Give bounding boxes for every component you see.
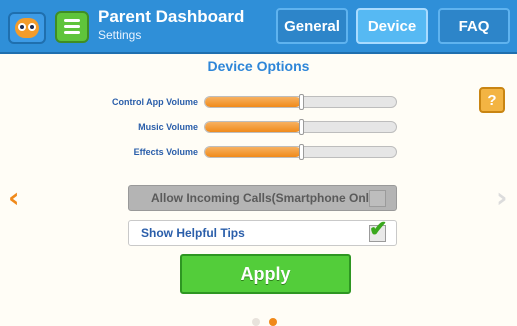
allow-incoming-calls-option: Allow Incoming Calls(Smartphone Only) — [128, 185, 397, 211]
page-indicator-dot[interactable] — [252, 318, 260, 326]
tab-general[interactable]: General — [276, 8, 348, 44]
top-bar: Parent Dashboard Settings General Device… — [0, 0, 517, 54]
slider-label: Effects Volume — [133, 147, 198, 157]
apply-button[interactable]: Apply — [180, 254, 351, 294]
slider-label: Control App Volume — [112, 97, 198, 107]
slider-fill — [205, 122, 301, 132]
slider-fill — [205, 97, 301, 107]
page-title: Parent Dashboard — [98, 7, 245, 26]
slider-thumb[interactable] — [298, 94, 304, 110]
hamburger-menu-button[interactable] — [55, 11, 89, 43]
checkmark-icon: ✔ — [369, 216, 388, 241]
slider-thumb[interactable] — [298, 119, 304, 135]
tab-faq[interactable]: FAQ — [438, 8, 510, 44]
app-frame: Parent Dashboard Settings General Device… — [0, 0, 517, 326]
next-page-arrow-icon[interactable]: › — [496, 181, 508, 214]
show-helpful-tips-checkbox[interactable]: ✔ — [369, 218, 387, 242]
app-logo-icon[interactable] — [8, 12, 46, 44]
tab-device[interactable]: Device — [356, 8, 428, 44]
section-title: Device Options — [207, 58, 310, 74]
option-label: Show Helpful Tips — [141, 226, 245, 240]
option-label: Allow Incoming Calls(Smartphone Only) — [151, 191, 380, 205]
page-indicator-dot-active — [269, 318, 277, 326]
slider-fill — [205, 147, 301, 157]
help-button[interactable]: ? — [479, 87, 505, 113]
page-subtitle: Settings — [98, 28, 142, 42]
slider-thumb[interactable] — [298, 144, 304, 160]
allow-incoming-calls-checkbox — [369, 190, 386, 207]
show-helpful-tips-option[interactable]: Show Helpful Tips ✔ — [128, 218, 397, 246]
previous-page-arrow-icon[interactable]: ‹ — [8, 181, 20, 214]
slider-label: Music Volume — [138, 122, 198, 132]
